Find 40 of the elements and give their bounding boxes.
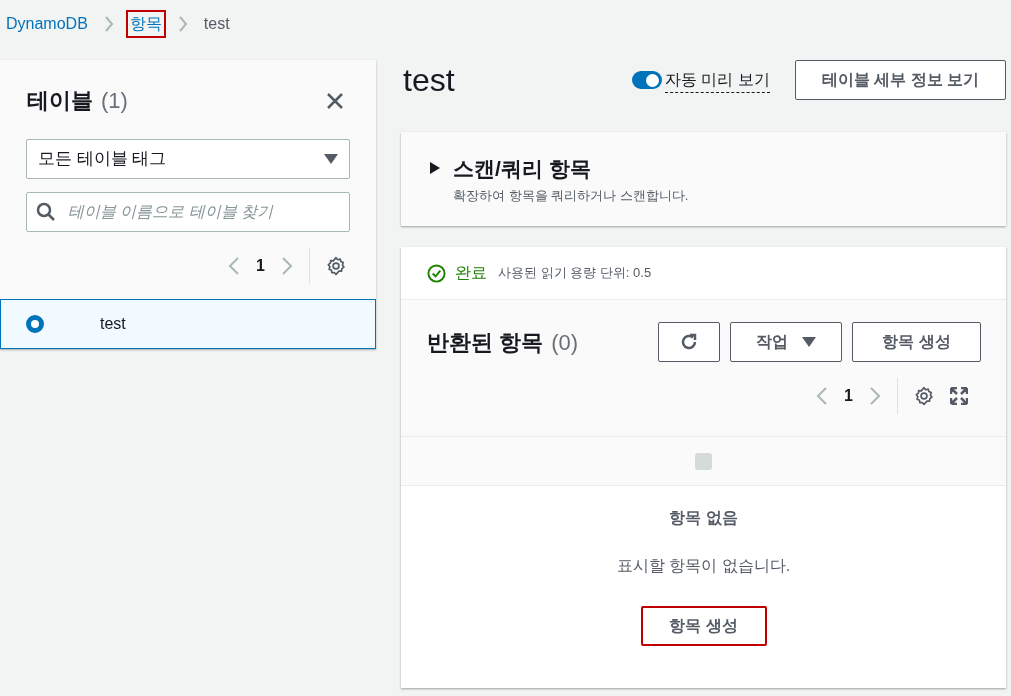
empty-state-title: 항목 없음 [669, 508, 738, 528]
fullscreen-icon[interactable] [950, 387, 968, 405]
table-name: test [100, 314, 126, 334]
settings-icon[interactable] [914, 386, 934, 406]
chevron-icon [177, 15, 188, 33]
create-item-button[interactable]: 항목 생성 [852, 322, 981, 362]
status-detail: 사용된 읽기 용량 단위: 0.5 [498, 264, 652, 283]
chevron-icon [103, 15, 114, 33]
page-number[interactable]: 1 [844, 384, 853, 408]
panel-description: 확장하여 항목을 쿼리하거나 스캔합니다. [453, 187, 690, 205]
status-label: 완료 [455, 263, 487, 283]
section-title: 반환된 항목 [427, 328, 544, 357]
page-title: test [403, 61, 455, 100]
settings-icon[interactable] [326, 256, 346, 276]
tag-filter-dropdown[interactable]: 모든 테이블 태그 [26, 139, 350, 179]
radio-button[interactable] [26, 315, 44, 333]
breadcrumb-current: test [202, 14, 231, 34]
search-field[interactable]: 테이블 이름으로 테이블 찾기 [26, 192, 350, 232]
item-count: (0) [551, 328, 578, 357]
panel-title[interactable]: 스캔/쿼리 항목 [453, 152, 591, 184]
caret-icon [324, 154, 338, 164]
toggle-switch[interactable] [631, 71, 662, 89]
close-icon[interactable] [326, 91, 344, 110]
empty-state-text: 표시할 항목이 없습니다. [616, 556, 791, 576]
check-circle-icon [427, 263, 446, 283]
breadcrumb-link[interactable]: DynamoDB [2, 10, 92, 38]
actions-button[interactable]: 작업 [730, 322, 842, 362]
breadcrumb-link[interactable]: 항목 [125, 10, 166, 38]
caret-icon [802, 337, 816, 347]
table-count: (1) [101, 87, 128, 115]
refresh-button[interactable] [658, 322, 720, 362]
page-number[interactable]: 1 [256, 254, 265, 278]
table-details-button[interactable]: 테이블 세부 정보 보기 [794, 60, 1006, 100]
search-icon [36, 202, 56, 222]
create-item-button[interactable]: 항목 생성 [640, 606, 767, 646]
toggle-label[interactable]: 자동 미리 보기 [664, 67, 770, 93]
panel-title: 테이블 [27, 87, 93, 115]
refresh-icon [679, 332, 699, 352]
expand-caret-icon[interactable] [429, 161, 441, 176]
table-row[interactable]: test [0, 299, 376, 349]
